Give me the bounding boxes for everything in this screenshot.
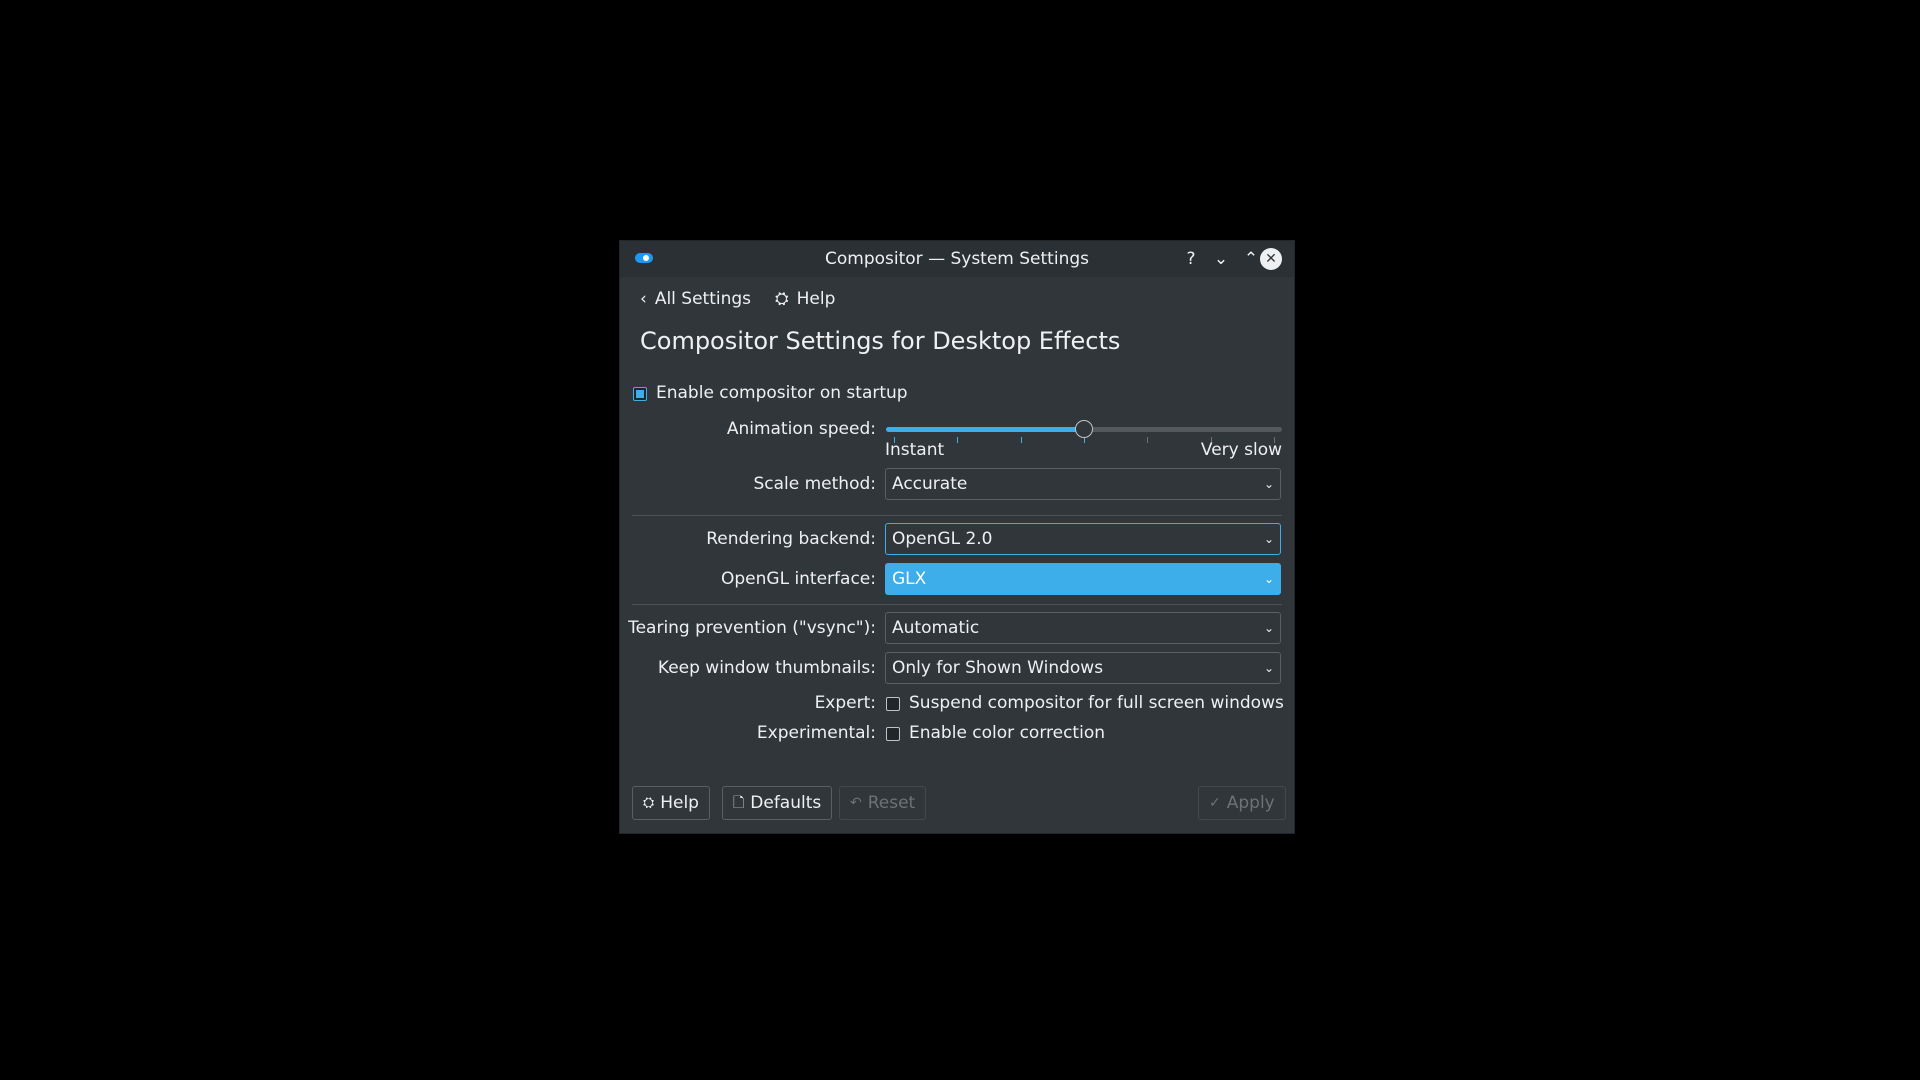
keep-thumbnails-value: Only for Shown Windows [892,658,1104,678]
slider-min-label: Instant [885,440,945,460]
help-lifebuoy-icon: ⛭ [775,289,789,309]
chevron-down-icon: ⌄ [1263,572,1274,586]
navigation-bar: ‹ All Settings ⛭ Help [640,287,859,311]
experimental-label: Experimental: [756,723,876,743]
help-button[interactable]: ⛭ Help [632,786,710,820]
scale-method-label: Scale method: [753,474,876,494]
separator [632,515,1282,516]
chevron-down-icon: ⌄ [1263,477,1274,491]
animation-speed-label: Animation speed: [726,419,876,439]
help-nav-button[interactable]: ⛭ Help [775,289,835,309]
tearing-prevention-label: Tearing prevention ("vsync"): [628,618,876,638]
undo-icon: ↶ [850,795,862,811]
defaults-button[interactable]: 🗋 Defaults [722,786,833,820]
opengl-interface-combo[interactable]: GLX ⌄ [885,563,1281,595]
context-help-button[interactable]: ? [1179,247,1203,271]
slider-tick [1147,437,1149,443]
system-settings-window: Compositor — System Settings ? ⌄ ⌃ ✕ ‹ A… [619,240,1295,834]
keep-thumbnails-combo[interactable]: Only for Shown Windows ⌄ [885,652,1281,684]
tearing-prevention-combo[interactable]: Automatic ⌄ [885,612,1281,644]
color-correction-label[interactable]: Enable color correction [909,723,1105,743]
scale-method-combo[interactable]: Accurate ⌄ [885,468,1281,500]
slider-max-label: Very slow [1200,440,1282,460]
chevron-down-icon: ⌄ [1263,532,1274,546]
suspend-fullscreen-label[interactable]: Suspend compositor for full screen windo… [909,693,1284,713]
page-title: Compositor Settings for Desktop Effects [640,327,1121,355]
suspend-fullscreen-checkbox[interactable] [886,697,900,711]
rendering-backend-label: Rendering backend: [706,529,876,549]
minimize-button[interactable]: ⌄ [1209,247,1233,271]
defaults-button-label: Defaults [750,793,822,813]
chevron-down-icon: ⌄ [1263,621,1274,635]
slider-fill [886,427,1084,432]
reset-button-label: Reset [867,793,916,813]
defaults-document-icon: 🗋 [733,795,745,811]
close-button[interactable]: ✕ [1260,248,1282,270]
slider-handle[interactable] [1075,420,1093,438]
title-bar[interactable]: Compositor — System Settings ? ⌄ ⌃ ✕ [620,241,1294,277]
apply-button-label: Apply [1226,793,1275,813]
enable-startup-label[interactable]: Enable compositor on startup [656,383,908,403]
chevron-down-icon: ⌄ [1263,661,1274,675]
slider-tick [1020,437,1022,443]
back-arrow-icon: ‹ [640,289,647,309]
opengl-interface-label: OpenGL interface: [720,569,876,589]
help-lifebuoy-icon: ⛭ [643,795,655,811]
all-settings-button[interactable]: ‹ All Settings [640,289,751,309]
scale-method-value: Accurate [892,474,968,494]
enable-startup-checkbox[interactable] [633,387,647,401]
help-button-label: Help [660,793,699,813]
help-nav-label: Help [796,289,836,309]
slider-tick [957,437,959,443]
rendering-backend-value: OpenGL 2.0 [892,529,993,549]
reset-button[interactable]: ↶ Reset [839,786,927,820]
rendering-backend-combo[interactable]: OpenGL 2.0 ⌄ [885,523,1281,555]
expert-label: Expert: [814,693,876,713]
separator [632,604,1282,605]
checkmark-icon: ✓ [1209,795,1221,811]
keep-thumbnails-label: Keep window thumbnails: [657,658,876,678]
opengl-interface-value: GLX [892,569,927,589]
apply-button[interactable]: ✓ Apply [1198,786,1286,820]
color-correction-checkbox[interactable] [886,727,900,741]
all-settings-label: All Settings [654,289,752,309]
tearing-prevention-value: Automatic [892,618,980,638]
